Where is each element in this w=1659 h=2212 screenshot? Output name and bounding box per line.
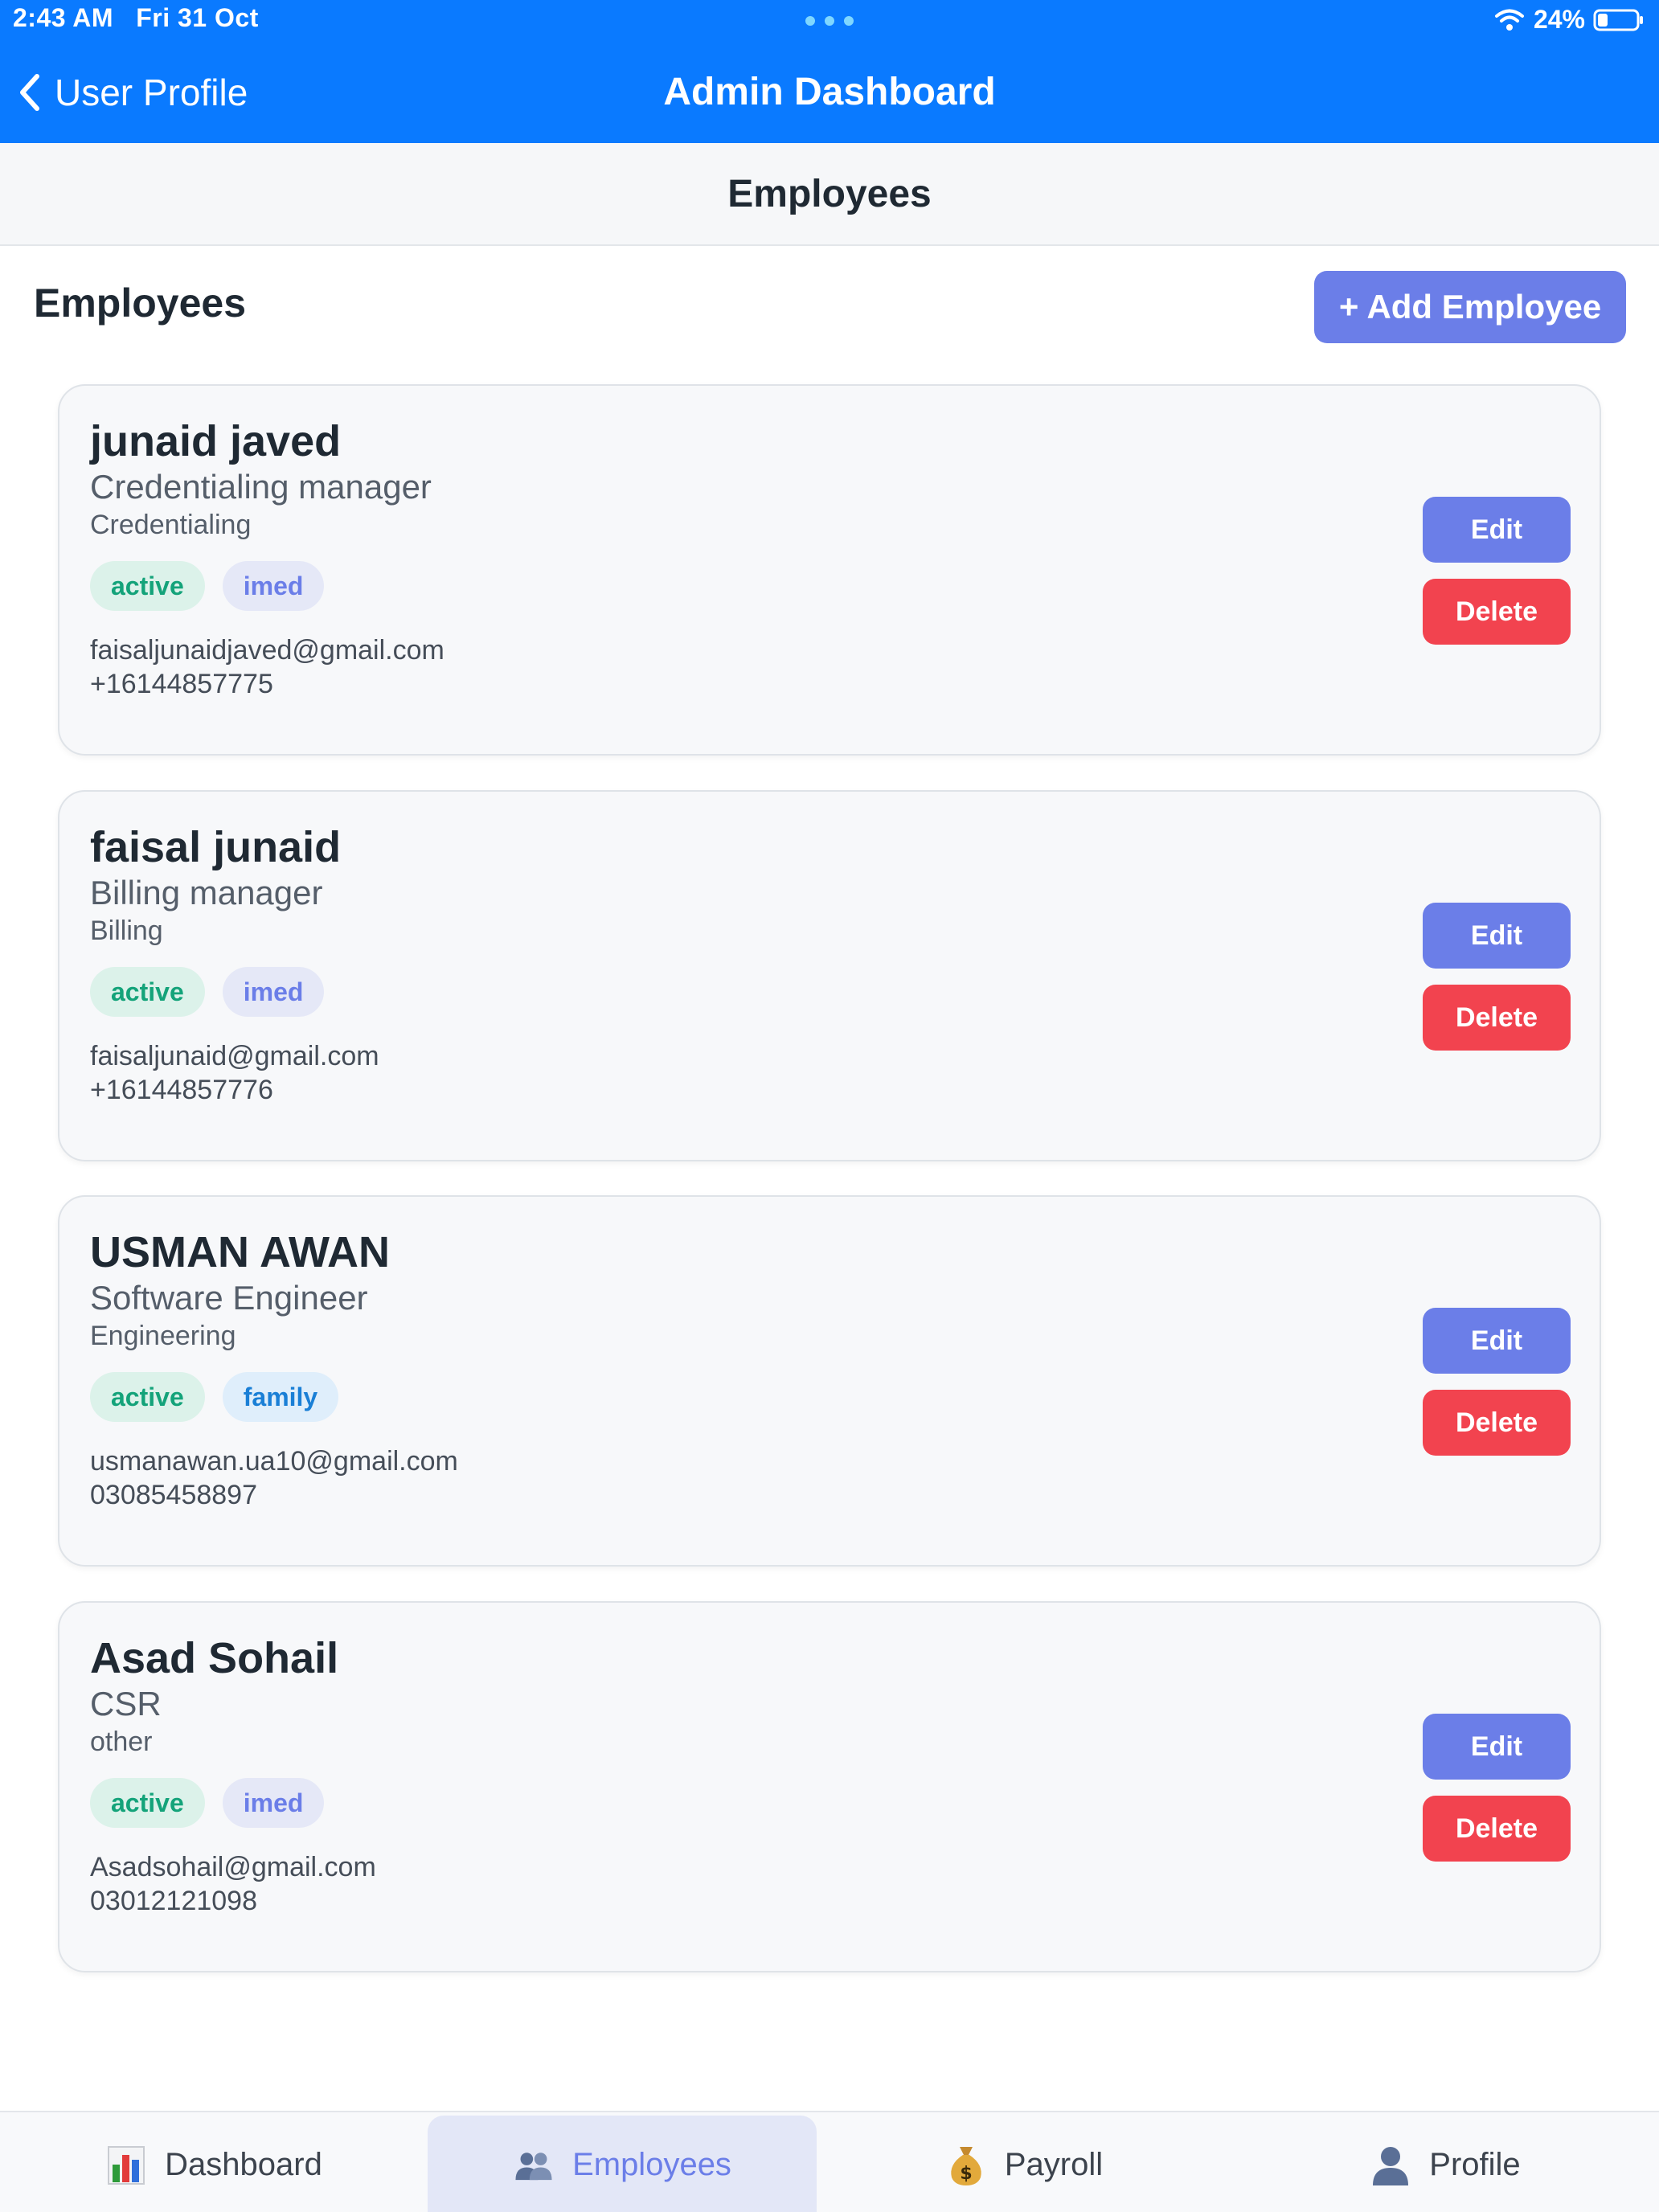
group-badge: imed <box>222 967 325 1017</box>
employee-email: faisaljunaidjaved@gmail.com <box>90 635 444 666</box>
delete-button[interactable]: Delete <box>1423 1796 1571 1862</box>
delete-button[interactable]: Delete <box>1423 1390 1571 1456</box>
employee-phone: +16144857775 <box>90 669 273 699</box>
employee-phone: 03085458897 <box>90 1480 258 1510</box>
employee-card: faisal junaid Billing manager Billing ac… <box>58 790 1601 1161</box>
delete-button[interactable]: Delete <box>1423 579 1571 645</box>
employee-phone: +16144857776 <box>90 1075 273 1105</box>
employee-email: usmanawan.ua10@gmail.com <box>90 1446 458 1477</box>
tab-label: Profile <box>1429 2146 1521 2182</box>
employee-role: Software Engineer <box>90 1279 368 1317</box>
edit-button[interactable]: Edit <box>1423 1714 1571 1780</box>
status-date: Fri 31 Oct <box>136 3 259 32</box>
tab-dashboard[interactable]: Dashboard <box>0 2116 428 2212</box>
employee-card: junaid javed Credentialing manager Crede… <box>58 384 1601 756</box>
employee-name: Asad Sohail <box>90 1634 339 1682</box>
employee-department: other <box>90 1727 153 1757</box>
employee-card: Asad Sohail CSR other active imed Asadso… <box>58 1601 1601 1972</box>
employee-name: junaid javed <box>90 417 342 465</box>
group-badge: family <box>222 1372 339 1422</box>
employee-tags: active imed <box>90 967 325 1017</box>
nav-title: Admin Dashboard <box>663 71 996 113</box>
employee-role: Credentialing manager <box>90 468 432 506</box>
status-time-date: 2:43 AM Fri 31 Oct <box>13 3 259 33</box>
multitasking-dots-icon[interactable] <box>805 16 854 26</box>
employee-name: faisal junaid <box>90 823 342 871</box>
employee-tags: active imed <box>90 561 325 611</box>
employee-name: USMAN AWAN <box>90 1228 390 1276</box>
employee-role: Billing manager <box>90 874 323 911</box>
edit-button[interactable]: Edit <box>1423 497 1571 563</box>
edit-button[interactable]: Edit <box>1423 1308 1571 1374</box>
svg-text:$: $ <box>960 2164 972 2184</box>
employee-department: Credentialing <box>90 510 252 540</box>
bottom-tab-bar: Dashboard Employees $ Payroll Profile <box>0 2111 1659 2212</box>
tab-label: Employees <box>572 2146 731 2182</box>
section-header: Employees <box>0 143 1659 246</box>
add-employee-button[interactable]: + Add Employee <box>1314 271 1626 343</box>
employee-email: Asadsohail@gmail.com <box>90 1852 376 1882</box>
tab-label: Payroll <box>1004 2146 1104 2182</box>
top-bar: 2:43 AM Fri 31 Oct 24% User Profile Admi… <box>0 0 1659 143</box>
edit-button[interactable]: Edit <box>1423 903 1571 969</box>
battery-icon <box>1593 9 1643 31</box>
section-title: Employees <box>727 172 932 215</box>
employee-department: Billing <box>90 916 163 946</box>
status-badge: active <box>90 967 205 1017</box>
people-icon <box>515 2153 552 2181</box>
status-time: 2:43 AM <box>13 3 114 32</box>
employee-email: faisaljunaid@gmail.com <box>90 1041 379 1071</box>
employee-role: CSR <box>90 1685 162 1722</box>
employee-phone: 03012121098 <box>90 1886 258 1916</box>
person-icon <box>1373 2147 1409 2185</box>
status-badge: active <box>90 561 205 611</box>
tab-payroll[interactable]: $ Payroll <box>817 2116 1231 2212</box>
status-badge: active <box>90 1372 205 1422</box>
group-badge: imed <box>222 561 325 611</box>
bar-chart-icon <box>108 2146 145 2185</box>
employee-department: Engineering <box>90 1321 236 1351</box>
group-badge: imed <box>222 1778 325 1828</box>
employee-tags: active imed <box>90 1778 325 1828</box>
page-heading: Employees <box>34 281 247 326</box>
employee-tags: active family <box>90 1372 339 1422</box>
delete-button[interactable]: Delete <box>1423 985 1571 1051</box>
wifi-icon <box>1494 9 1524 31</box>
tab-employees[interactable]: Employees <box>428 2116 817 2212</box>
tab-label: Dashboard <box>165 2146 322 2182</box>
battery-percent: 24% <box>1533 5 1585 34</box>
status-indicators: 24% <box>1493 5 1645 35</box>
status-badge: active <box>90 1778 205 1828</box>
employee-card: USMAN AWAN Software Engineer Engineering… <box>58 1195 1601 1567</box>
money-bag-icon: $ <box>951 2147 981 2185</box>
tab-profile[interactable]: Profile <box>1231 2116 1659 2212</box>
